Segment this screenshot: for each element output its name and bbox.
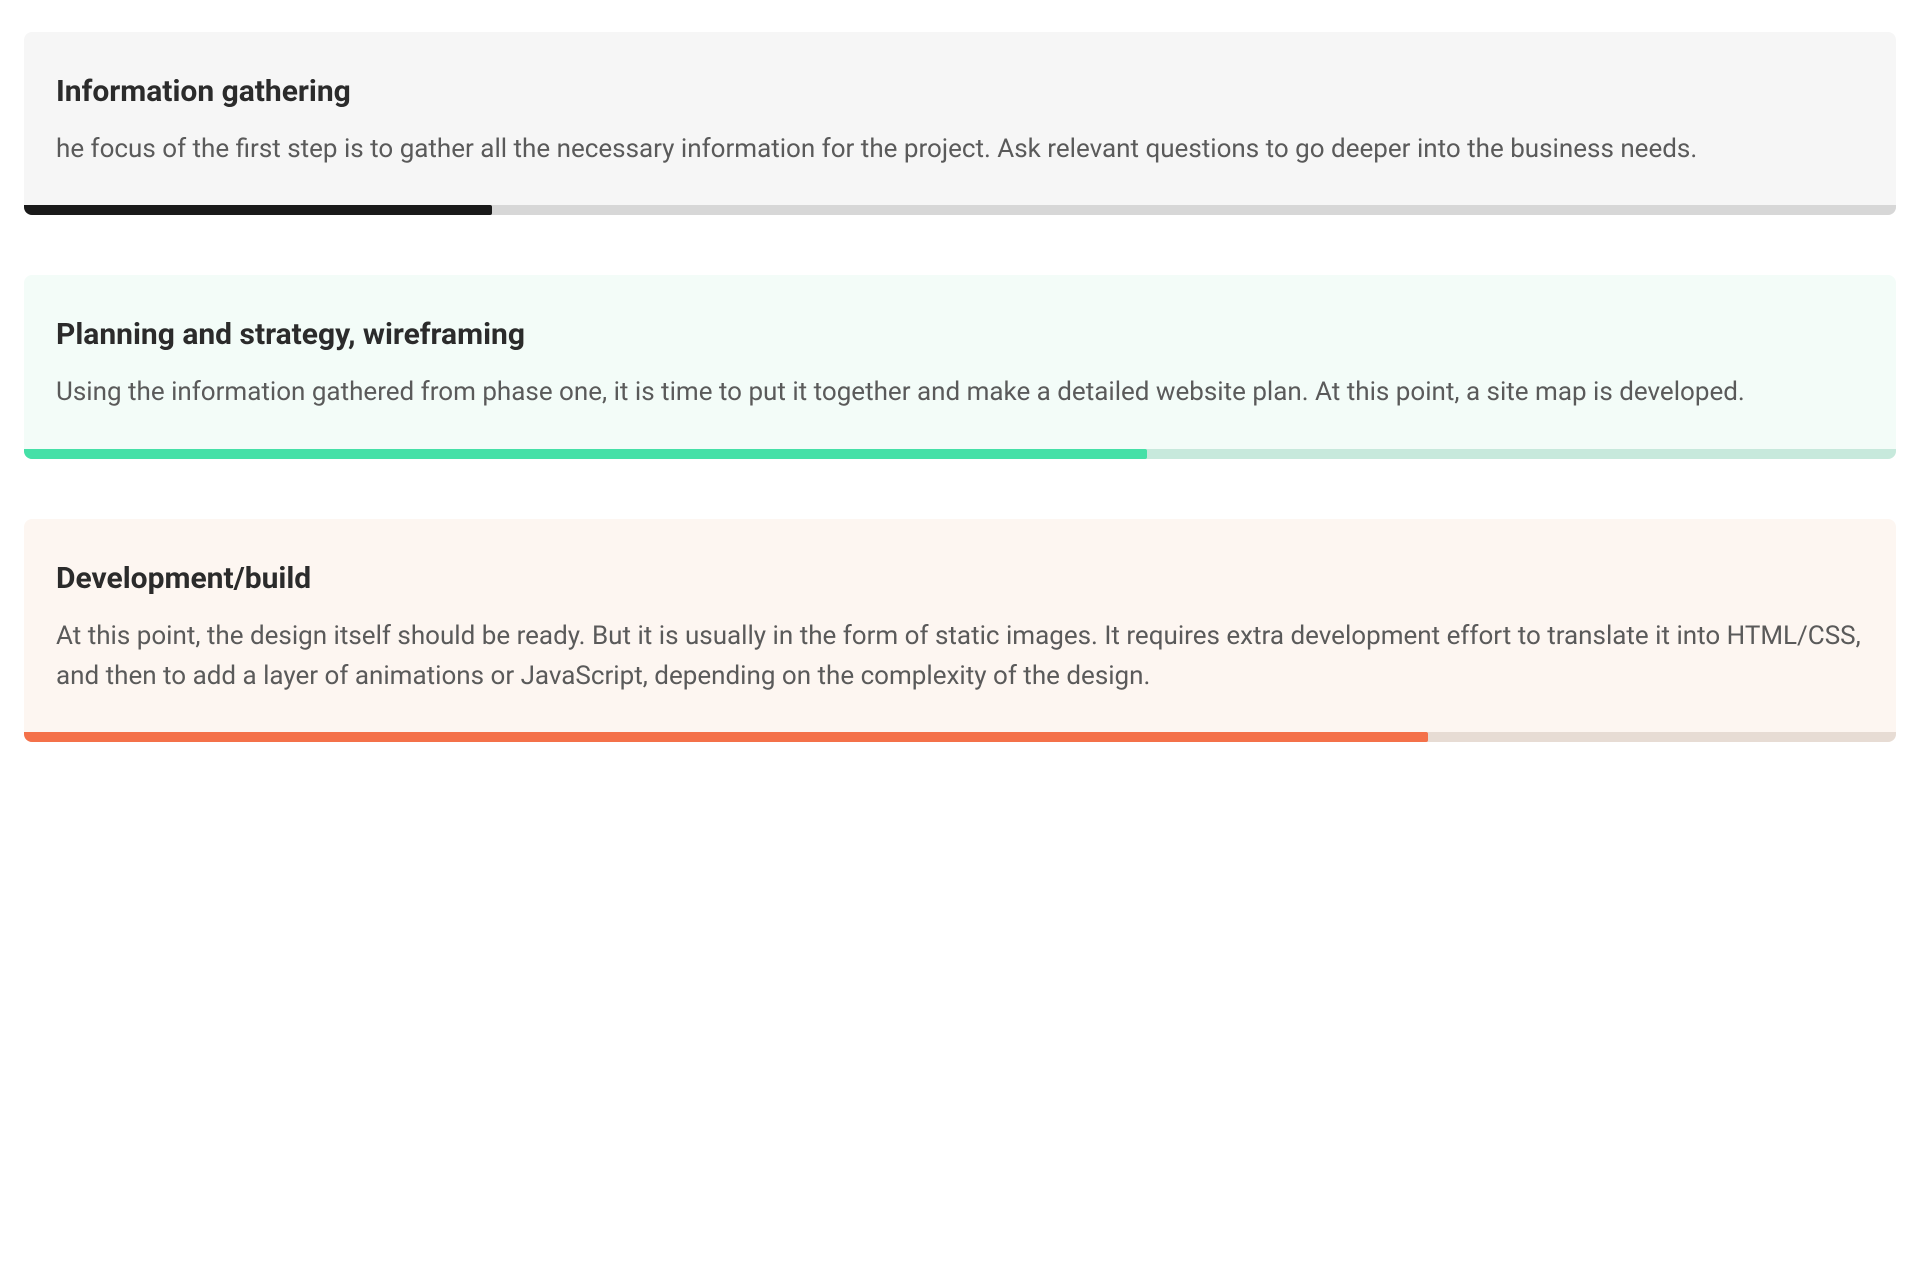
card-description: Using the information gathered from phas… xyxy=(56,372,1864,412)
card-title: Information gathering xyxy=(56,72,1864,111)
card-development-build: Development/build At this point, the des… xyxy=(24,519,1896,743)
card-description: At this point, the design itself should … xyxy=(56,616,1864,697)
card-title: Development/build xyxy=(56,559,1864,598)
progress-fill xyxy=(24,732,1428,742)
progress-bar xyxy=(24,732,1896,742)
card-information-gathering: Information gathering he focus of the fi… xyxy=(24,32,1896,215)
card-title: Planning and strategy, wireframing xyxy=(56,315,1864,354)
card-description: he focus of the first step is to gather … xyxy=(56,129,1864,169)
progress-bar xyxy=(24,449,1896,459)
progress-fill xyxy=(24,449,1147,459)
progress-fill xyxy=(24,205,492,215)
card-planning-strategy: Planning and strategy, wireframing Using… xyxy=(24,275,1896,458)
progress-bar xyxy=(24,205,1896,215)
